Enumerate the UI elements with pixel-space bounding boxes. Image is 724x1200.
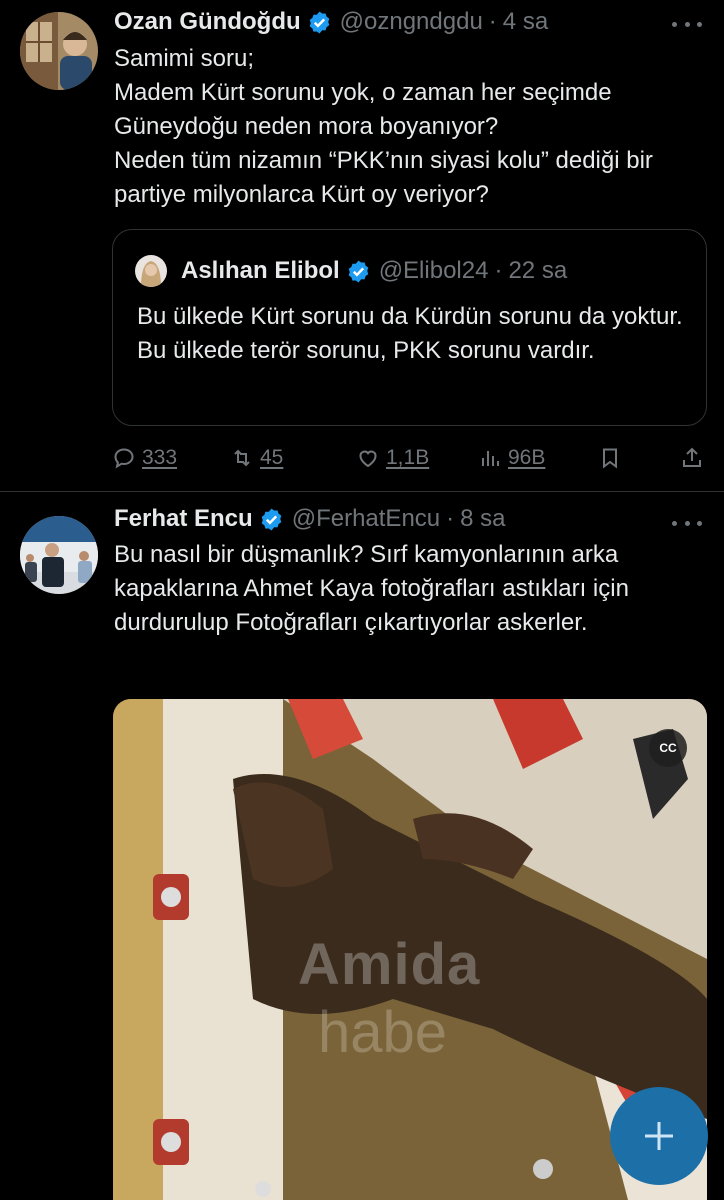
more-icon[interactable] <box>672 14 702 34</box>
tweet[interactable]: Ozan Gündoğdu @ozngndgdu · 4 sa Samimi s… <box>0 0 724 492</box>
quoted-tweet[interactable]: Aslıhan Elibol @Elibol24 · 22 sa Bu ülke… <box>112 229 707 426</box>
avatar[interactable] <box>20 516 98 594</box>
tweet-text: Samimi soru; Madem Kürt sorunu yok, o za… <box>114 45 653 208</box>
author-handle[interactable]: @ozngndgdu <box>340 8 483 36</box>
author-name[interactable]: Ferhat Encu <box>114 505 253 533</box>
timestamp[interactable]: 8 sa <box>460 505 505 533</box>
like-count: 1,1B <box>386 446 430 469</box>
author-handle[interactable]: @FerhatEncu <box>292 505 440 533</box>
tweet-header: Ozan Gündoğdu @ozngndgdu · 4 sa <box>114 4 548 40</box>
quoted-text: Bu ülkede Kürt sorunu da Kürdün sorunu d… <box>137 303 683 364</box>
retweet-button[interactable]: 45 <box>230 440 283 476</box>
timestamp[interactable]: 4 sa <box>503 8 548 36</box>
watermark-text: Amida <box>298 932 481 997</box>
views-button[interactable]: 96B <box>478 440 545 476</box>
quoted-avatar <box>135 255 167 287</box>
plus-icon <box>645 1122 673 1150</box>
reply-button[interactable]: 333 <box>112 440 177 476</box>
compose-button[interactable] <box>610 1087 708 1185</box>
views-icon <box>482 451 499 466</box>
avatar[interactable] <box>20 12 98 90</box>
author-name[interactable]: Ozan Gündoğdu <box>114 8 301 36</box>
quoted-timestamp: 22 sa <box>508 257 568 284</box>
share-button[interactable] <box>680 440 710 476</box>
reply-count: 333 <box>142 446 178 469</box>
action-bar: 333 45 1,1B 96B <box>112 440 707 476</box>
reply-icon <box>114 448 134 469</box>
bookmark-button[interactable] <box>598 440 628 476</box>
tweet-text: Bu nasıl bir düşmanlık? Sırf kamyonların… <box>114 541 629 636</box>
share-icon <box>683 447 701 467</box>
separator-dot: · <box>494 257 503 284</box>
verified-badge-icon <box>261 508 281 530</box>
separator-dot: · <box>446 505 455 532</box>
tweet-header: Ferhat Encu @FerhatEncu · 8 sa <box>114 501 506 537</box>
like-button[interactable]: 1,1B <box>356 440 429 476</box>
more-icon[interactable] <box>672 513 702 533</box>
views-count: 96B <box>508 446 546 469</box>
verified-badge-icon <box>348 260 368 282</box>
quoted-author-name: Aslıhan Elibol <box>181 257 340 284</box>
captions-button[interactable]: CC <box>649 729 687 767</box>
quoted-header: Aslıhan Elibol @Elibol24 · 22 sa <box>181 254 567 288</box>
retweet-count: 45 <box>260 446 284 469</box>
retweet-icon <box>234 449 250 467</box>
verified-badge-icon <box>309 11 329 33</box>
tweet[interactable]: Ferhat Encu @FerhatEncu · 8 sa Bu nasıl … <box>0 493 724 1200</box>
heart-icon <box>359 450 377 468</box>
quoted-author-handle: @Elibol24 <box>378 257 489 284</box>
separator-dot: · <box>488 8 497 35</box>
watermark-text: habe <box>318 1000 448 1065</box>
bookmark-icon <box>603 448 617 469</box>
